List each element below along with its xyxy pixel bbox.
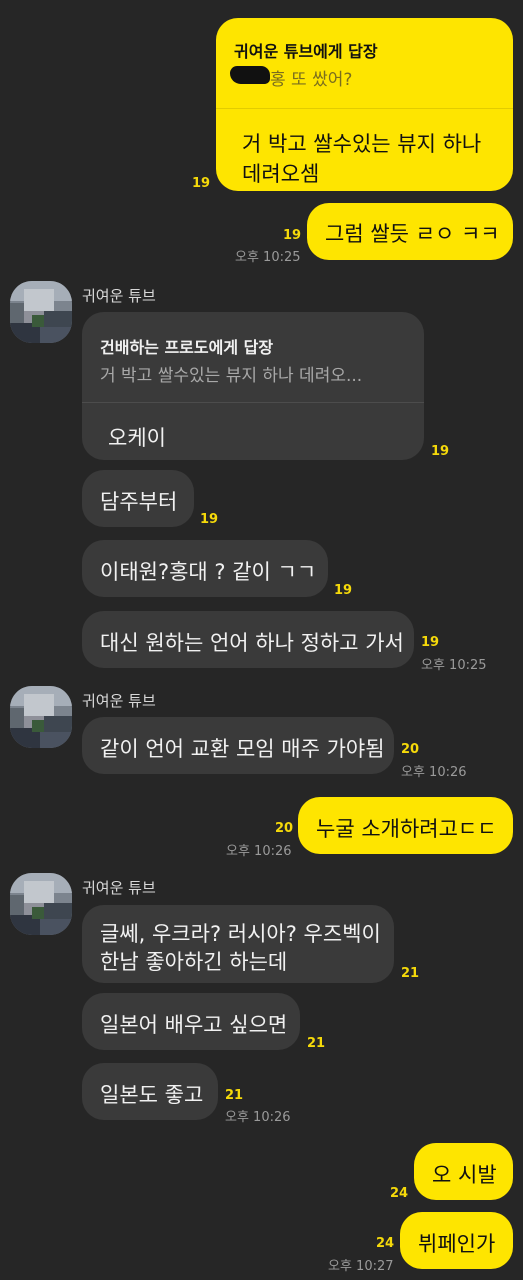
- unread-count: 19: [200, 512, 219, 527]
- my-reply-message[interactable]: 귀여운 튜브에게 답장 홍 또 쌌어? 거 박고 쌀수있는 뷰지 하나 데려오셈: [216, 18, 513, 191]
- their-message[interactable]: 글쎄, 우크라? 러시아? 우즈벡이 한남 좋아하긴 하는데: [82, 905, 394, 983]
- message-text-line1: 글쎄, 우크라? 러시아? 우즈벡이: [100, 922, 381, 946]
- their-message[interactable]: 일본도 좋고: [82, 1063, 218, 1120]
- sender-name: 귀여운 튜브: [82, 879, 156, 897]
- reply-preview: 홍 또 쌌어?: [270, 70, 353, 90]
- reply-preview: 거 박고 쌀수있는 뷰지 하나 데려오...: [100, 366, 363, 386]
- unread-count: 19: [192, 176, 211, 191]
- message-text: 누굴 소개하려고ㄷㄷ: [316, 817, 497, 841]
- message-text-line1: 거 박고 쌀수있는 뷰지 하나: [242, 132, 482, 156]
- timestamp: 오후 10:25: [235, 250, 301, 265]
- their-message[interactable]: 대신 원하는 언어 하나 정하고 가서: [82, 611, 414, 668]
- message-text: 오케이: [108, 426, 166, 450]
- their-message[interactable]: 이태원?홍대 ? 같이 ㄱㄱ: [82, 540, 328, 597]
- profile-avatar[interactable]: [10, 686, 72, 748]
- timestamp: 오후 10:26: [226, 844, 292, 859]
- unread-count: 20: [401, 742, 420, 757]
- redacted-name: [230, 66, 270, 84]
- their-message[interactable]: 일본어 배우고 싶으면: [82, 993, 300, 1050]
- my-message[interactable]: 뷔페인가: [400, 1212, 513, 1269]
- timestamp: 오후 10:25: [421, 658, 487, 673]
- profile-avatar[interactable]: [10, 281, 72, 343]
- unread-count: 21: [307, 1036, 326, 1051]
- message-text: 그럼 쌀듯 ㄹㅇ ㅋㅋ: [325, 222, 500, 246]
- message-text: 오 시발: [432, 1163, 497, 1187]
- message-text: 대신 원하는 언어 하나 정하고 가서: [100, 631, 404, 655]
- sender-name: 귀여운 튜브: [82, 287, 156, 305]
- reply-header: 건배하는 프로도에게 답장: [100, 338, 274, 357]
- sender-name: 귀여운 튜브: [82, 692, 156, 710]
- reply-divider: [82, 402, 424, 403]
- timestamp: 오후 10:26: [401, 765, 467, 780]
- reply-header: 귀여운 튜브에게 답장: [234, 42, 378, 61]
- reply-divider: [216, 108, 513, 109]
- unread-count: 19: [421, 635, 440, 650]
- message-text: 뷔페인가: [418, 1232, 496, 1256]
- message-text-line2: 한남 좋아하긴 하는데: [100, 950, 288, 974]
- unread-count: 19: [283, 228, 302, 243]
- profile-avatar[interactable]: [10, 873, 72, 935]
- their-message[interactable]: 담주부터: [82, 470, 194, 527]
- message-text: 이태원?홍대 ? 같이 ㄱㄱ: [100, 560, 317, 584]
- their-reply-message[interactable]: 건배하는 프로도에게 답장 거 박고 쌀수있는 뷰지 하나 데려오... 오케이: [82, 312, 424, 460]
- unread-count: 24: [390, 1186, 409, 1201]
- unread-count: 19: [334, 583, 353, 598]
- message-text: 일본어 배우고 싶으면: [100, 1013, 288, 1037]
- message-text: 일본도 좋고: [100, 1083, 204, 1107]
- unread-count: 24: [376, 1236, 395, 1251]
- message-text: 담주부터: [100, 490, 178, 514]
- unread-count: 21: [225, 1088, 244, 1103]
- their-message[interactable]: 같이 언어 교환 모임 매주 가야됨: [82, 717, 394, 774]
- timestamp: 오후 10:27: [328, 1259, 394, 1274]
- unread-count: 21: [401, 966, 420, 981]
- unread-count: 20: [275, 821, 294, 836]
- my-message[interactable]: 오 시발: [414, 1143, 513, 1200]
- my-message[interactable]: 그럼 쌀듯 ㄹㅇ ㅋㅋ: [307, 203, 513, 260]
- unread-count: 19: [431, 444, 450, 459]
- message-text: 같이 언어 교환 모임 매주 가야됨: [100, 737, 385, 761]
- my-message[interactable]: 누굴 소개하려고ㄷㄷ: [298, 797, 513, 854]
- timestamp: 오후 10:26: [225, 1110, 291, 1125]
- message-text-line2: 데려오셈: [242, 162, 320, 186]
